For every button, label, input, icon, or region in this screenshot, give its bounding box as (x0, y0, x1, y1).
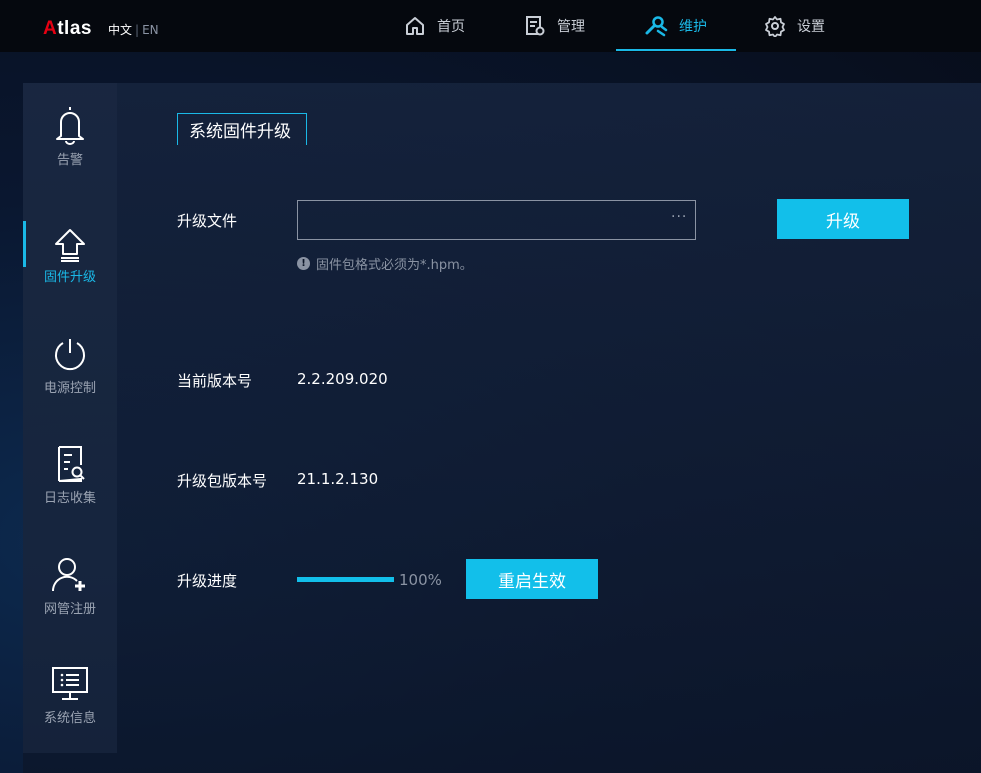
sidebar-item-nms-registration[interactable]: 网管注册 (23, 554, 117, 654)
wrench-icon (645, 16, 668, 37)
upgrade-file-label: 升级文件 (177, 212, 238, 230)
upgrade-progress-fill (297, 577, 394, 582)
sidebar-item-alarm[interactable]: 告警 (23, 105, 117, 205)
manage-icon (526, 16, 545, 36)
upgrade-progress-bar (297, 577, 394, 582)
nav-settings[interactable]: 设置 (764, 0, 825, 52)
sidebar-item-label: 电源控制 (43, 381, 96, 396)
nav-home-label: 首页 (437, 19, 465, 35)
nav-maintenance-label: 维护 (679, 19, 707, 35)
sidebar-item-firmware-upgrade[interactable]: 固件升级 (23, 222, 117, 322)
browse-file-button[interactable]: ··· (671, 209, 687, 225)
sidebar-item-log-collection[interactable]: 日志收集 (23, 443, 117, 543)
home-icon (406, 17, 424, 35)
nav-settings-label: 设置 (797, 19, 825, 35)
upgrade-progress-percent: 100% (399, 571, 442, 589)
sidebar-item-power-control[interactable]: 电源控制 (23, 333, 117, 433)
sidebar-item-system-info[interactable]: 系统信息 (23, 663, 117, 763)
current-version-label: 当前版本号 (177, 372, 253, 390)
sidebar-item-label: 日志收集 (43, 491, 96, 506)
bell-icon (56, 107, 84, 145)
sidebar-item-label: 固件升级 (43, 270, 96, 285)
gear-icon (765, 16, 785, 37)
nav-maintenance[interactable]: 维护 (644, 0, 707, 52)
nav-manage[interactable]: 管理 (524, 0, 585, 52)
lang-english[interactable]: EN (142, 23, 159, 37)
upgrade-progress-label: 升级进度 (177, 572, 238, 590)
content-panel (23, 83, 981, 773)
power-icon (55, 339, 85, 371)
restart-to-apply-button[interactable]: 重启生效 (466, 559, 598, 599)
file-format-hint-text: 固件包格式必须为*.hpm。 (316, 258, 473, 273)
nav-active-underline (616, 49, 736, 51)
sidebar-item-label: 系统信息 (43, 711, 96, 726)
sidebar-item-label: 告警 (56, 153, 83, 168)
current-version-value: 2.2.209.020 (297, 370, 388, 388)
info-icon: ! (297, 257, 310, 270)
lang-chinese[interactable]: 中文 (108, 23, 132, 37)
tab-firmware-upgrade[interactable]: 系统固件升级 (177, 113, 307, 145)
nav-home[interactable]: 首页 (404, 0, 465, 52)
package-version-value: 21.1.2.130 (297, 470, 379, 488)
nav-manage-label: 管理 (557, 19, 585, 35)
upgrade-icon (55, 229, 85, 262)
monitor-icon (52, 667, 88, 700)
atlas-logo: Atlas (43, 18, 92, 39)
file-format-hint: ! 固件包格式必须为*.hpm。 (297, 254, 473, 273)
language-switch: 中文 | EN (108, 23, 159, 37)
package-version-label: 升级包版本号 (177, 472, 268, 490)
log-search-icon (58, 446, 85, 482)
upgrade-file-input[interactable] (297, 200, 696, 240)
upgrade-button[interactable]: 升级 (777, 199, 909, 239)
sidebar-item-label: 网管注册 (43, 602, 96, 617)
user-add-icon (51, 558, 85, 592)
top-bar: Atlas 中文 | EN 首页 管理 维护 设置 (0, 0, 981, 52)
